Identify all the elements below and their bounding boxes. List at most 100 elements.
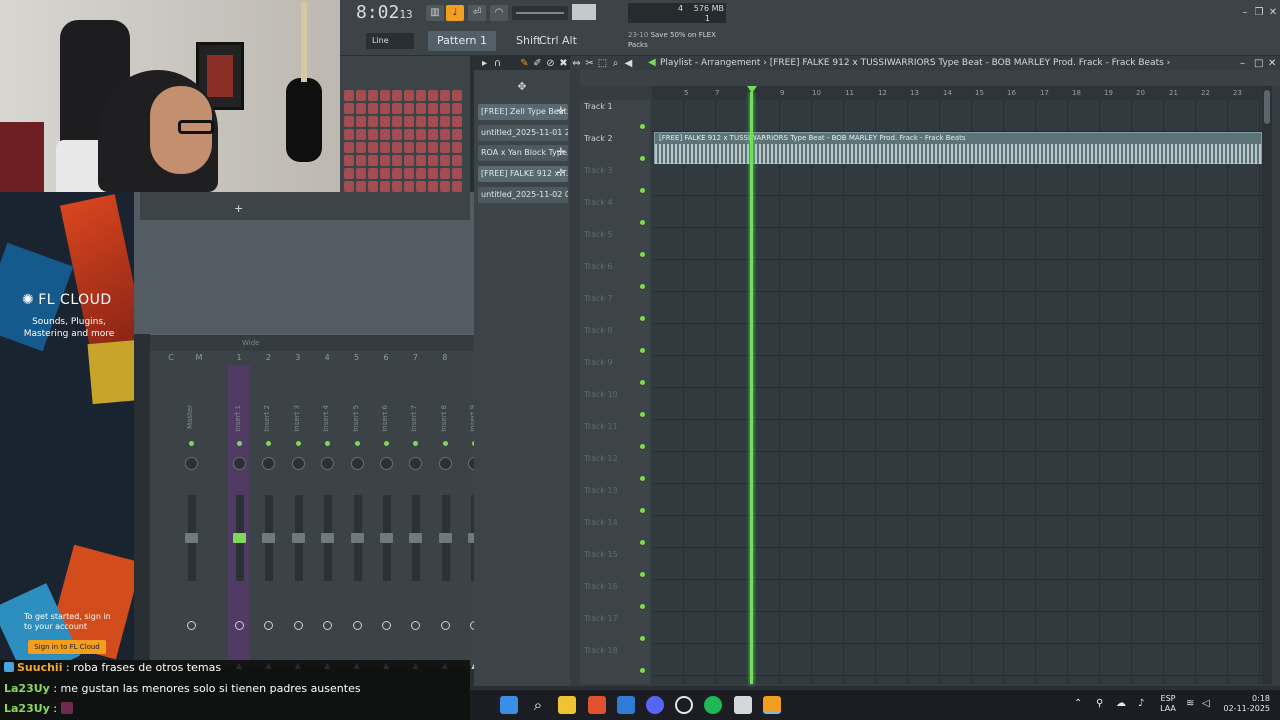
- wifi-icon[interactable]: ≋: [1186, 698, 1194, 709]
- step-button[interactable]: [392, 129, 402, 140]
- pan-knob[interactable]: [321, 457, 335, 470]
- step-button[interactable]: [416, 155, 426, 166]
- step-button[interactable]: [404, 181, 414, 192]
- wait-for-input-icon[interactable]: ⏎: [468, 5, 486, 21]
- step-button[interactable]: [380, 155, 390, 166]
- track-mute-led[interactable]: [640, 124, 645, 129]
- step-button[interactable]: [452, 155, 462, 166]
- pan-knob[interactable]: [380, 457, 393, 470]
- news-panel[interactable]: 23-10 Save 50% on FLEX Packs: [628, 30, 728, 52]
- picker-clip[interactable]: [FREE] Zell Type Beat... ✛: [478, 104, 568, 120]
- step-button[interactable]: [380, 116, 390, 127]
- mixer-strip[interactable]: Insert 3▲: [287, 365, 309, 670]
- track-mute-led[interactable]: [640, 284, 645, 289]
- picker-clip[interactable]: untitled_2025-11-02 00-...: [478, 186, 568, 203]
- step-button[interactable]: [368, 168, 378, 179]
- step-button[interactable]: [440, 103, 450, 114]
- step-button[interactable]: [344, 116, 354, 127]
- track-mute-led[interactable]: [640, 636, 645, 641]
- route-ring-icon[interactable]: [264, 621, 274, 630]
- step-button[interactable]: [344, 142, 354, 153]
- track-header[interactable]: Track 5: [584, 230, 613, 262]
- track-header[interactable]: Track 9: [584, 358, 613, 390]
- step-button[interactable]: [416, 129, 426, 140]
- track-header[interactable]: Track 4: [584, 198, 613, 230]
- track-header[interactable]: Track 14: [584, 518, 618, 550]
- mixer-strip-led[interactable]: [237, 441, 242, 446]
- track-mute-led[interactable]: [640, 444, 645, 449]
- track-header[interactable]: Track 17: [584, 614, 618, 646]
- picker-clip[interactable]: untitled_2025-11-01 23-...: [478, 124, 568, 141]
- step-button[interactable]: [344, 90, 354, 101]
- draw-tool-icon[interactable]: ✎: [518, 58, 531, 69]
- add-clip-icon[interactable]: ✛: [557, 145, 565, 161]
- step-button[interactable]: [368, 181, 378, 192]
- picker-clip[interactable]: [FREE] FALKE 912 x T... ✛: [478, 166, 568, 183]
- step-button[interactable]: [392, 168, 402, 179]
- start-menu-icon[interactable]: [500, 696, 518, 714]
- step-button[interactable]: [344, 168, 354, 179]
- step-button[interactable]: [392, 103, 402, 114]
- step-button[interactable]: [368, 116, 378, 127]
- fader-handle[interactable]: [233, 533, 246, 543]
- track-mute-led[interactable]: [640, 476, 645, 481]
- step-button[interactable]: [380, 142, 390, 153]
- mixer-strip-led[interactable]: [295, 441, 301, 446]
- add-clip-icon[interactable]: ✛: [557, 166, 565, 182]
- microphone-icon[interactable]: ♪: [1138, 698, 1144, 709]
- volume-icon[interactable]: ◁: [1202, 698, 1210, 709]
- step-button[interactable]: [392, 155, 402, 166]
- add-channel-icon[interactable]: +: [234, 202, 243, 215]
- step-button[interactable]: [428, 155, 438, 166]
- language-indicator[interactable]: ESP LAA: [1156, 694, 1180, 714]
- spotify-icon[interactable]: [704, 696, 722, 714]
- track-mute-led[interactable]: [640, 572, 645, 577]
- fader-handle[interactable]: [185, 533, 198, 543]
- step-button[interactable]: [356, 103, 366, 114]
- discord-icon[interactable]: [646, 696, 664, 714]
- file-explorer-icon[interactable]: [558, 696, 576, 714]
- step-button[interactable]: [440, 155, 450, 166]
- route-ring-icon[interactable]: [187, 621, 196, 630]
- step-button[interactable]: [392, 90, 402, 101]
- route-ring-icon[interactable]: [382, 621, 391, 630]
- picker-clip[interactable]: ROA x Yan Block Type... ✛: [478, 145, 568, 162]
- step-button[interactable]: [356, 116, 366, 127]
- recording-icon[interactable]: ◠: [490, 5, 508, 21]
- track-mute-led[interactable]: [640, 508, 645, 513]
- metronome-icon[interactable]: ♩: [446, 5, 464, 21]
- step-button[interactable]: [452, 90, 462, 101]
- track-header[interactable]: Track 18: [584, 646, 618, 678]
- step-button[interactable]: [368, 155, 378, 166]
- audio-clip[interactable]: [FREE] FALKE 912 x TUSSIWARRIORS Type Be…: [654, 132, 1262, 164]
- alt-key-button[interactable]: Alt: [562, 32, 577, 50]
- step-button[interactable]: [452, 103, 462, 114]
- step-button[interactable]: [404, 142, 414, 153]
- step-button[interactable]: [440, 129, 450, 140]
- obs-icon[interactable]: [675, 696, 693, 714]
- network-icon[interactable]: ⚲: [1096, 698, 1103, 709]
- step-button[interactable]: [404, 116, 414, 127]
- fader-handle[interactable]: [291, 533, 305, 543]
- mute-tool-icon[interactable]: ✖: [557, 58, 570, 69]
- mixer-strip-led[interactable]: [384, 441, 389, 446]
- shift-key-button[interactable]: Shift: [516, 32, 541, 50]
- pan-knob[interactable]: [262, 457, 276, 470]
- step-button[interactable]: [356, 155, 366, 166]
- track-header[interactable]: Track 7: [584, 294, 613, 326]
- cloud-icon[interactable]: ☁: [1116, 698, 1126, 709]
- picker-drag-icon[interactable]: ✥: [474, 80, 570, 100]
- track-mute-led[interactable]: [640, 348, 645, 353]
- step-button[interactable]: [452, 168, 462, 179]
- step-button[interactable]: [380, 103, 390, 114]
- step-button[interactable]: [356, 129, 366, 140]
- playlist-minimize-icon[interactable]: –: [1240, 58, 1245, 69]
- step-button[interactable]: [440, 181, 450, 192]
- step-button[interactable]: [368, 129, 378, 140]
- playlist-restore-icon[interactable]: □: [1254, 58, 1263, 69]
- step-button[interactable]: [440, 142, 450, 153]
- step-button[interactable]: [428, 103, 438, 114]
- track-header[interactable]: Track 3: [584, 166, 613, 198]
- magnet-icon[interactable]: ∩: [491, 58, 504, 69]
- step-button[interactable]: [416, 181, 426, 192]
